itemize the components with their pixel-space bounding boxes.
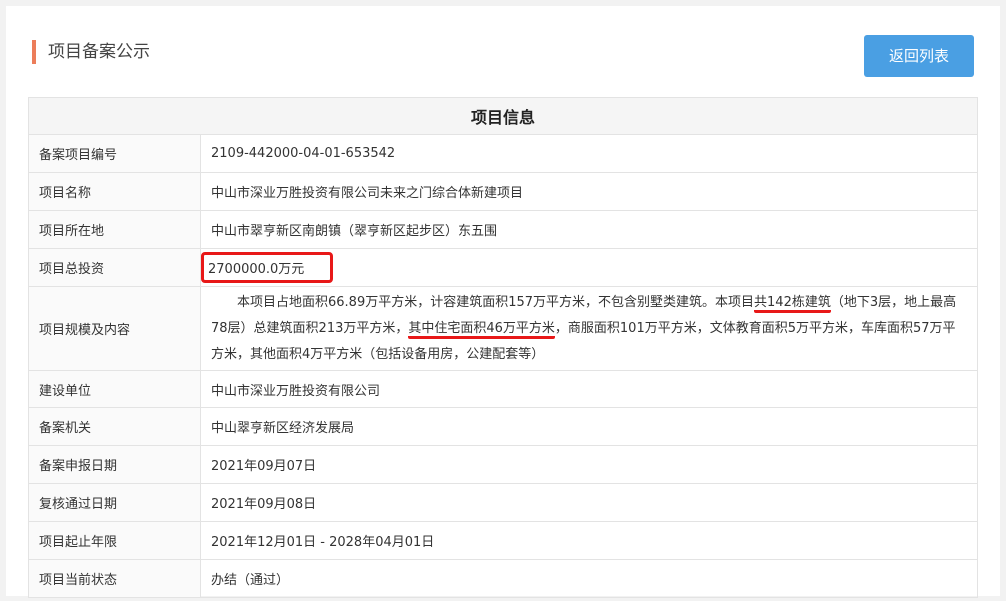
- row-label: 项目规模及内容: [28, 286, 201, 371]
- building-count-underline: 共142栋建筑: [754, 294, 831, 313]
- row-value: 2021年12月01日 - 2028年04月01日: [200, 521, 978, 560]
- table-row: 备案项目编号 2109-442000-04-01-653542: [28, 134, 978, 173]
- table-row: 项目所在地 中山市翠亨新区南朗镇（翠亨新区起步区）东五围: [28, 210, 978, 249]
- row-label: 备案申报日期: [28, 445, 201, 484]
- table-row: 建设单位 中山市深业万胜投资有限公司: [28, 370, 978, 408]
- row-label: 备案机关: [28, 407, 201, 446]
- table-row: 复核通过日期 2021年09月08日: [28, 483, 978, 522]
- row-value: 办结（通过）: [200, 559, 978, 598]
- row-label: 项目所在地: [28, 210, 201, 249]
- row-label: 建设单位: [28, 370, 201, 408]
- row-value: 2021年09月08日: [200, 483, 978, 522]
- page-title: 项目备案公示: [32, 40, 150, 64]
- row-label: 备案项目编号: [28, 134, 201, 173]
- table-row: 项目规模及内容 本项目占地面积66.89万平方米，计容建筑面积157万平方米，不…: [28, 286, 978, 371]
- row-label: 复核通过日期: [28, 483, 201, 522]
- row-value: 中山翠亨新区经济发展局: [200, 407, 978, 446]
- table-row: 备案机关 中山翠亨新区经济发展局: [28, 407, 978, 446]
- row-value: 本项目占地面积66.89万平方米，计容建筑面积157万平方米，不包含别墅类建筑。…: [200, 286, 978, 371]
- row-label: 项目当前状态: [28, 559, 201, 598]
- table-row: 项目当前状态 办结（通过）: [28, 559, 978, 598]
- row-label: 项目起止年限: [28, 521, 201, 560]
- table-heading: 项目信息: [28, 97, 978, 135]
- residential-area-underline: 其中住宅面积46万平方米: [408, 320, 555, 339]
- row-value: 中山市深业万胜投资有限公司未来之门综合体新建项目: [200, 172, 978, 211]
- row-value: 2021年09月07日: [200, 445, 978, 484]
- table-row: 项目总投资 2700000.0万元: [28, 248, 978, 287]
- row-label: 项目总投资: [28, 248, 201, 287]
- content-panel: 项目备案公示 返回列表 项目信息 备案项目编号 2109-442000-04-0…: [6, 6, 1000, 598]
- project-info-table: 项目信息 备案项目编号 2109-442000-04-01-653542 项目名…: [28, 97, 978, 598]
- table-row: 项目名称 中山市深业万胜投资有限公司未来之门综合体新建项目: [28, 172, 978, 211]
- row-label: 项目名称: [28, 172, 201, 211]
- scope-description: 本项目占地面积66.89万平方米，计容建筑面积157万平方米，不包含别墅类建筑。…: [211, 294, 957, 362]
- row-value: 2109-442000-04-01-653542: [200, 134, 978, 173]
- back-to-list-button[interactable]: 返回列表: [864, 35, 974, 77]
- row-value: 中山市翠亨新区南朗镇（翠亨新区起步区）东五围: [200, 210, 978, 249]
- investment-highlight-box: 2700000.0万元: [201, 252, 334, 283]
- table-row: 项目起止年限 2021年12月01日 - 2028年04月01日: [28, 521, 978, 560]
- row-value: 2700000.0万元: [200, 248, 978, 287]
- table-row: 备案申报日期 2021年09月07日: [28, 445, 978, 484]
- row-value: 中山市深业万胜投资有限公司: [200, 370, 978, 408]
